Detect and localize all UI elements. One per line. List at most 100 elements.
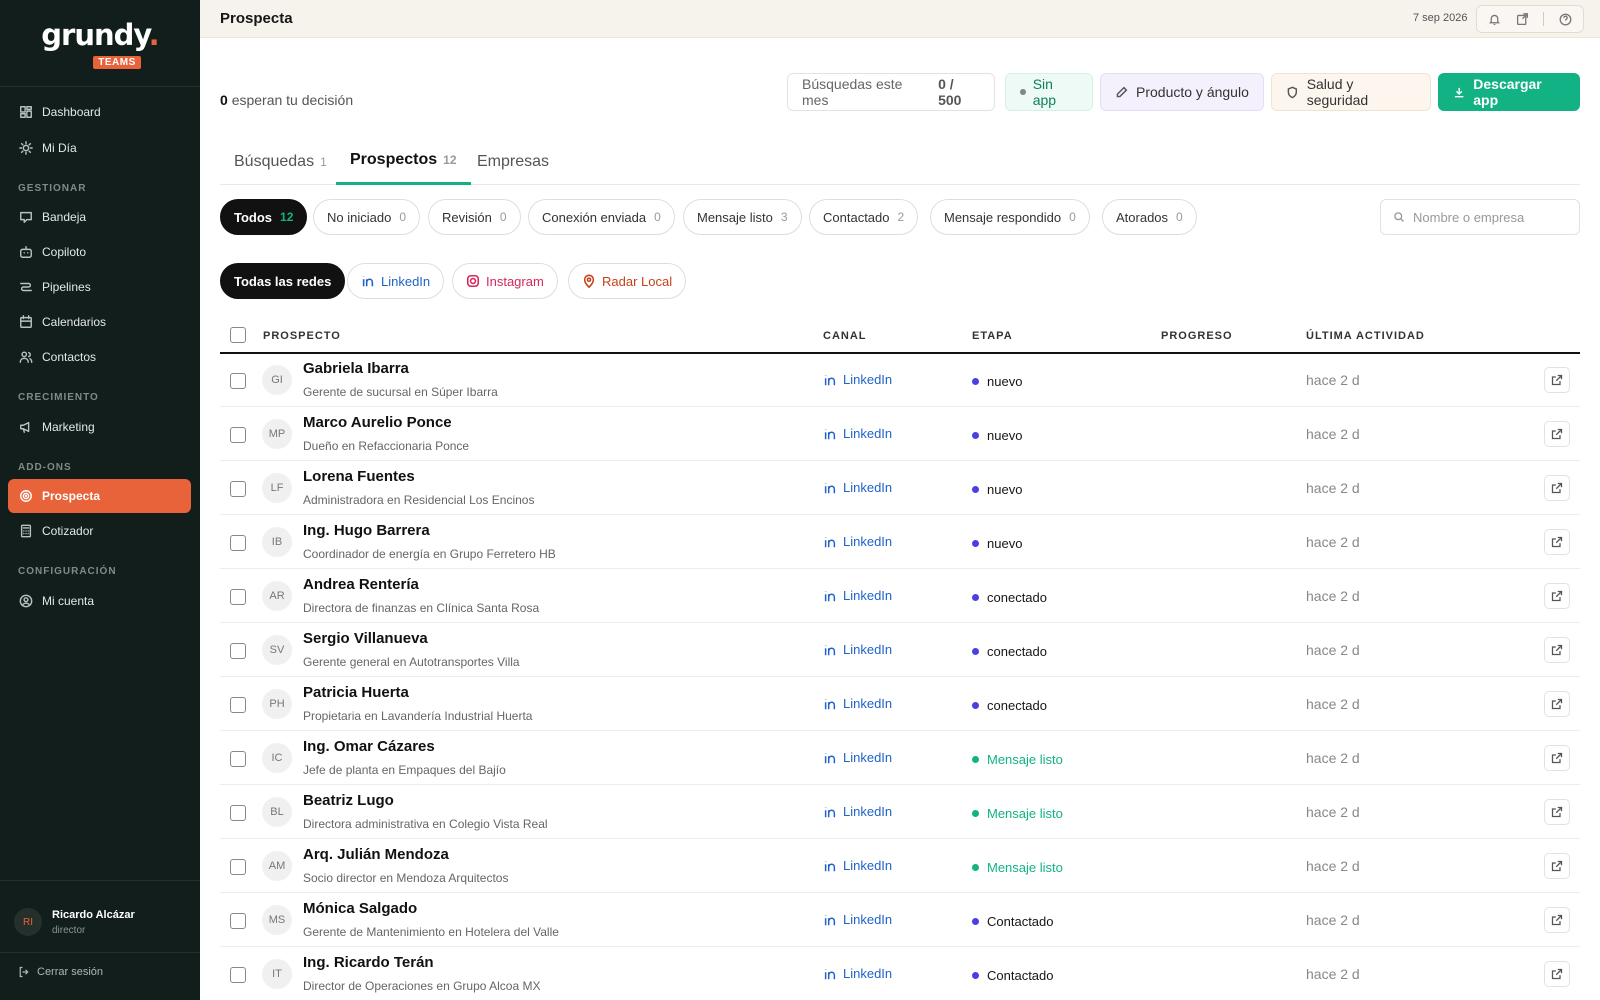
filter-atorados[interactable]: Atorados 0 — [1102, 199, 1197, 235]
search-box[interactable] — [1380, 199, 1580, 235]
row-checkbox[interactable] — [230, 427, 246, 443]
column-prospecto[interactable]: PROSPECTO — [263, 330, 341, 342]
row-checkbox[interactable] — [230, 913, 246, 929]
canal-link[interactable]: LinkedIn — [823, 858, 892, 873]
table-row[interactable]: MP Marco Aurelio Ponce Dueño en Refacciona… — [220, 408, 1580, 461]
table-row[interactable]: LF Lorena Fuentes Administradora en Reside… — [220, 462, 1580, 515]
sidebar-item-contactos[interactable]: Contactos — [8, 340, 191, 374]
open-prospect-button[interactable] — [1544, 637, 1570, 663]
open-prospect-button[interactable] — [1544, 745, 1570, 771]
table-row[interactable]: AR Andrea Rentería Directora de finanzas e… — [220, 570, 1580, 623]
row-checkbox[interactable] — [230, 751, 246, 767]
open-prospect-button[interactable] — [1544, 367, 1570, 393]
row-checkbox[interactable] — [230, 373, 246, 389]
logo[interactable]: grundy. TEAMS — [0, 18, 200, 70]
row-checkbox[interactable] — [230, 697, 246, 713]
network-all[interactable]: Todas las redes — [220, 263, 346, 299]
prospect-name[interactable]: Marco Aurelio Ponce — [303, 414, 452, 431]
prospect-name[interactable]: Ing. Ricardo Terán — [303, 954, 434, 971]
prospect-name[interactable]: Mónica Salgado — [303, 900, 417, 917]
prospect-name[interactable]: Ing. Hugo Barrera — [303, 522, 430, 539]
prospect-name[interactable]: Ing. Omar Cázares — [303, 738, 435, 755]
tab-prospectos[interactable]: Prospectos 12 — [336, 138, 471, 185]
table-row[interactable]: SV Sergio Villanueva Gerente general en Au… — [220, 624, 1580, 677]
sidebar-item-calendarios[interactable]: Calendarios — [8, 305, 191, 339]
table-row[interactable]: IT Ing. Ricardo Terán Director de Operacio… — [220, 948, 1580, 1000]
filter-no-iniciado[interactable]: No iniciado 0 — [313, 199, 421, 235]
canal-link[interactable]: LinkedIn — [823, 534, 892, 549]
sidebar-item-copiloto[interactable]: Copiloto — [8, 235, 191, 269]
tab-empresas[interactable]: Empresas — [463, 138, 563, 185]
sidebar-item-dashboard[interactable]: Dashboard — [8, 95, 191, 129]
sidebar-item-pipelines[interactable]: Pipelines — [8, 270, 191, 304]
filter-revision[interactable]: Revisión 0 — [428, 199, 521, 235]
sidebar-item-prospecta[interactable]: Prospecta — [8, 479, 191, 513]
network-linkedin[interactable]: LinkedIn — [347, 263, 445, 299]
product-angle-button[interactable]: Producto y ángulo — [1100, 73, 1264, 111]
export-icon[interactable] — [1516, 12, 1529, 26]
filter-todos[interactable]: Todos 12 — [220, 199, 308, 235]
row-checkbox[interactable] — [230, 589, 246, 605]
open-prospect-button[interactable] — [1544, 475, 1570, 501]
canal-link[interactable]: LinkedIn — [823, 804, 892, 819]
prospect-name[interactable]: Beatriz Lugo — [303, 792, 394, 809]
column-progreso[interactable]: PROGRESO — [1161, 330, 1233, 342]
table-row[interactable]: IB Ing. Hugo Barrera Coordinador de energí… — [220, 516, 1580, 569]
select-all-checkbox[interactable] — [230, 327, 246, 343]
help-icon[interactable] — [1559, 13, 1572, 26]
prospect-name[interactable]: Gabriela Ibarra — [303, 360, 409, 377]
table-row[interactable]: IC Ing. Omar Cázares Jefe de planta en Emp… — [220, 732, 1580, 785]
row-checkbox[interactable] — [230, 859, 246, 875]
prospect-name[interactable]: Lorena Fuentes — [303, 468, 415, 485]
canal-link[interactable]: LinkedIn — [823, 372, 892, 387]
prospect-name[interactable]: Sergio Villanueva — [303, 630, 428, 647]
canal-link[interactable]: LinkedIn — [823, 696, 892, 711]
column-etapa[interactable]: ETAPA — [972, 330, 1013, 342]
filter-mensaje-respondido[interactable]: Mensaje respondido 0 — [930, 199, 1090, 235]
user-profile[interactable]: RI Ricardo Alcázar director — [14, 908, 135, 936]
table-row[interactable]: AM Arq. Julián Mendoza Socio director en M… — [220, 840, 1580, 893]
table-row[interactable]: GI Gabriela Ibarra Gerente de sucursal en … — [220, 354, 1580, 407]
open-prospect-button[interactable] — [1544, 691, 1570, 717]
canal-link[interactable]: LinkedIn — [823, 642, 892, 657]
filter-conexion-enviada[interactable]: Conexión enviada 0 — [528, 199, 675, 235]
open-prospect-button[interactable] — [1544, 907, 1570, 933]
open-prospect-button[interactable] — [1544, 799, 1570, 825]
prospect-name[interactable]: Patricia Huerta — [303, 684, 409, 701]
download-app-button[interactable]: Descargar app — [1438, 73, 1580, 111]
canal-link[interactable]: LinkedIn — [823, 750, 892, 765]
sidebar-item-mi-cuenta[interactable]: Mi cuenta — [8, 584, 191, 618]
prospect-name[interactable]: Andrea Rentería — [303, 576, 419, 593]
row-checkbox[interactable] — [230, 967, 246, 983]
sidebar-item-mi-dia[interactable]: Mi Día — [8, 131, 191, 165]
column-canal[interactable]: CANAL — [823, 330, 867, 342]
bell-icon[interactable] — [1488, 13, 1501, 26]
tab-busquedas[interactable]: Búsquedas 1 — [220, 138, 341, 185]
logout-button[interactable]: Cerrar sesión — [18, 966, 103, 978]
row-checkbox[interactable] — [230, 535, 246, 551]
row-checkbox[interactable] — [230, 643, 246, 659]
canal-link[interactable]: LinkedIn — [823, 426, 892, 441]
canal-link[interactable]: LinkedIn — [823, 588, 892, 603]
table-row[interactable]: PH Patricia Huerta Propietaria en Lavander… — [220, 678, 1580, 731]
open-prospect-button[interactable] — [1544, 853, 1570, 879]
search-input[interactable] — [1413, 209, 1573, 225]
network-radar-local[interactable]: Radar Local — [568, 263, 687, 299]
prospect-name[interactable]: Arq. Julián Mendoza — [303, 846, 449, 863]
network-instagram[interactable]: Instagram — [452, 263, 558, 299]
open-prospect-button[interactable] — [1544, 421, 1570, 447]
open-prospect-button[interactable] — [1544, 529, 1570, 555]
health-safety-button[interactable]: Salud y seguridad — [1271, 73, 1431, 111]
column-ultima-actividad[interactable]: ÚLTIMA ACTIVIDAD — [1306, 330, 1425, 342]
table-row[interactable]: BL Beatriz Lugo Directora administrativa e… — [220, 786, 1580, 839]
open-prospect-button[interactable] — [1544, 583, 1570, 609]
canal-link[interactable]: LinkedIn — [823, 912, 892, 927]
filter-mensaje-listo[interactable]: Mensaje listo 3 — [683, 199, 802, 235]
filter-contactado[interactable]: Contactado 2 — [809, 199, 919, 235]
open-prospect-button[interactable] — [1544, 961, 1570, 987]
sidebar-item-bandeja[interactable]: Bandeja — [8, 200, 191, 234]
row-checkbox[interactable] — [230, 481, 246, 497]
table-row[interactable]: MS Mónica Salgado Gerente de Mantenimiento… — [220, 894, 1580, 947]
canal-link[interactable]: LinkedIn — [823, 480, 892, 495]
row-checkbox[interactable] — [230, 805, 246, 821]
